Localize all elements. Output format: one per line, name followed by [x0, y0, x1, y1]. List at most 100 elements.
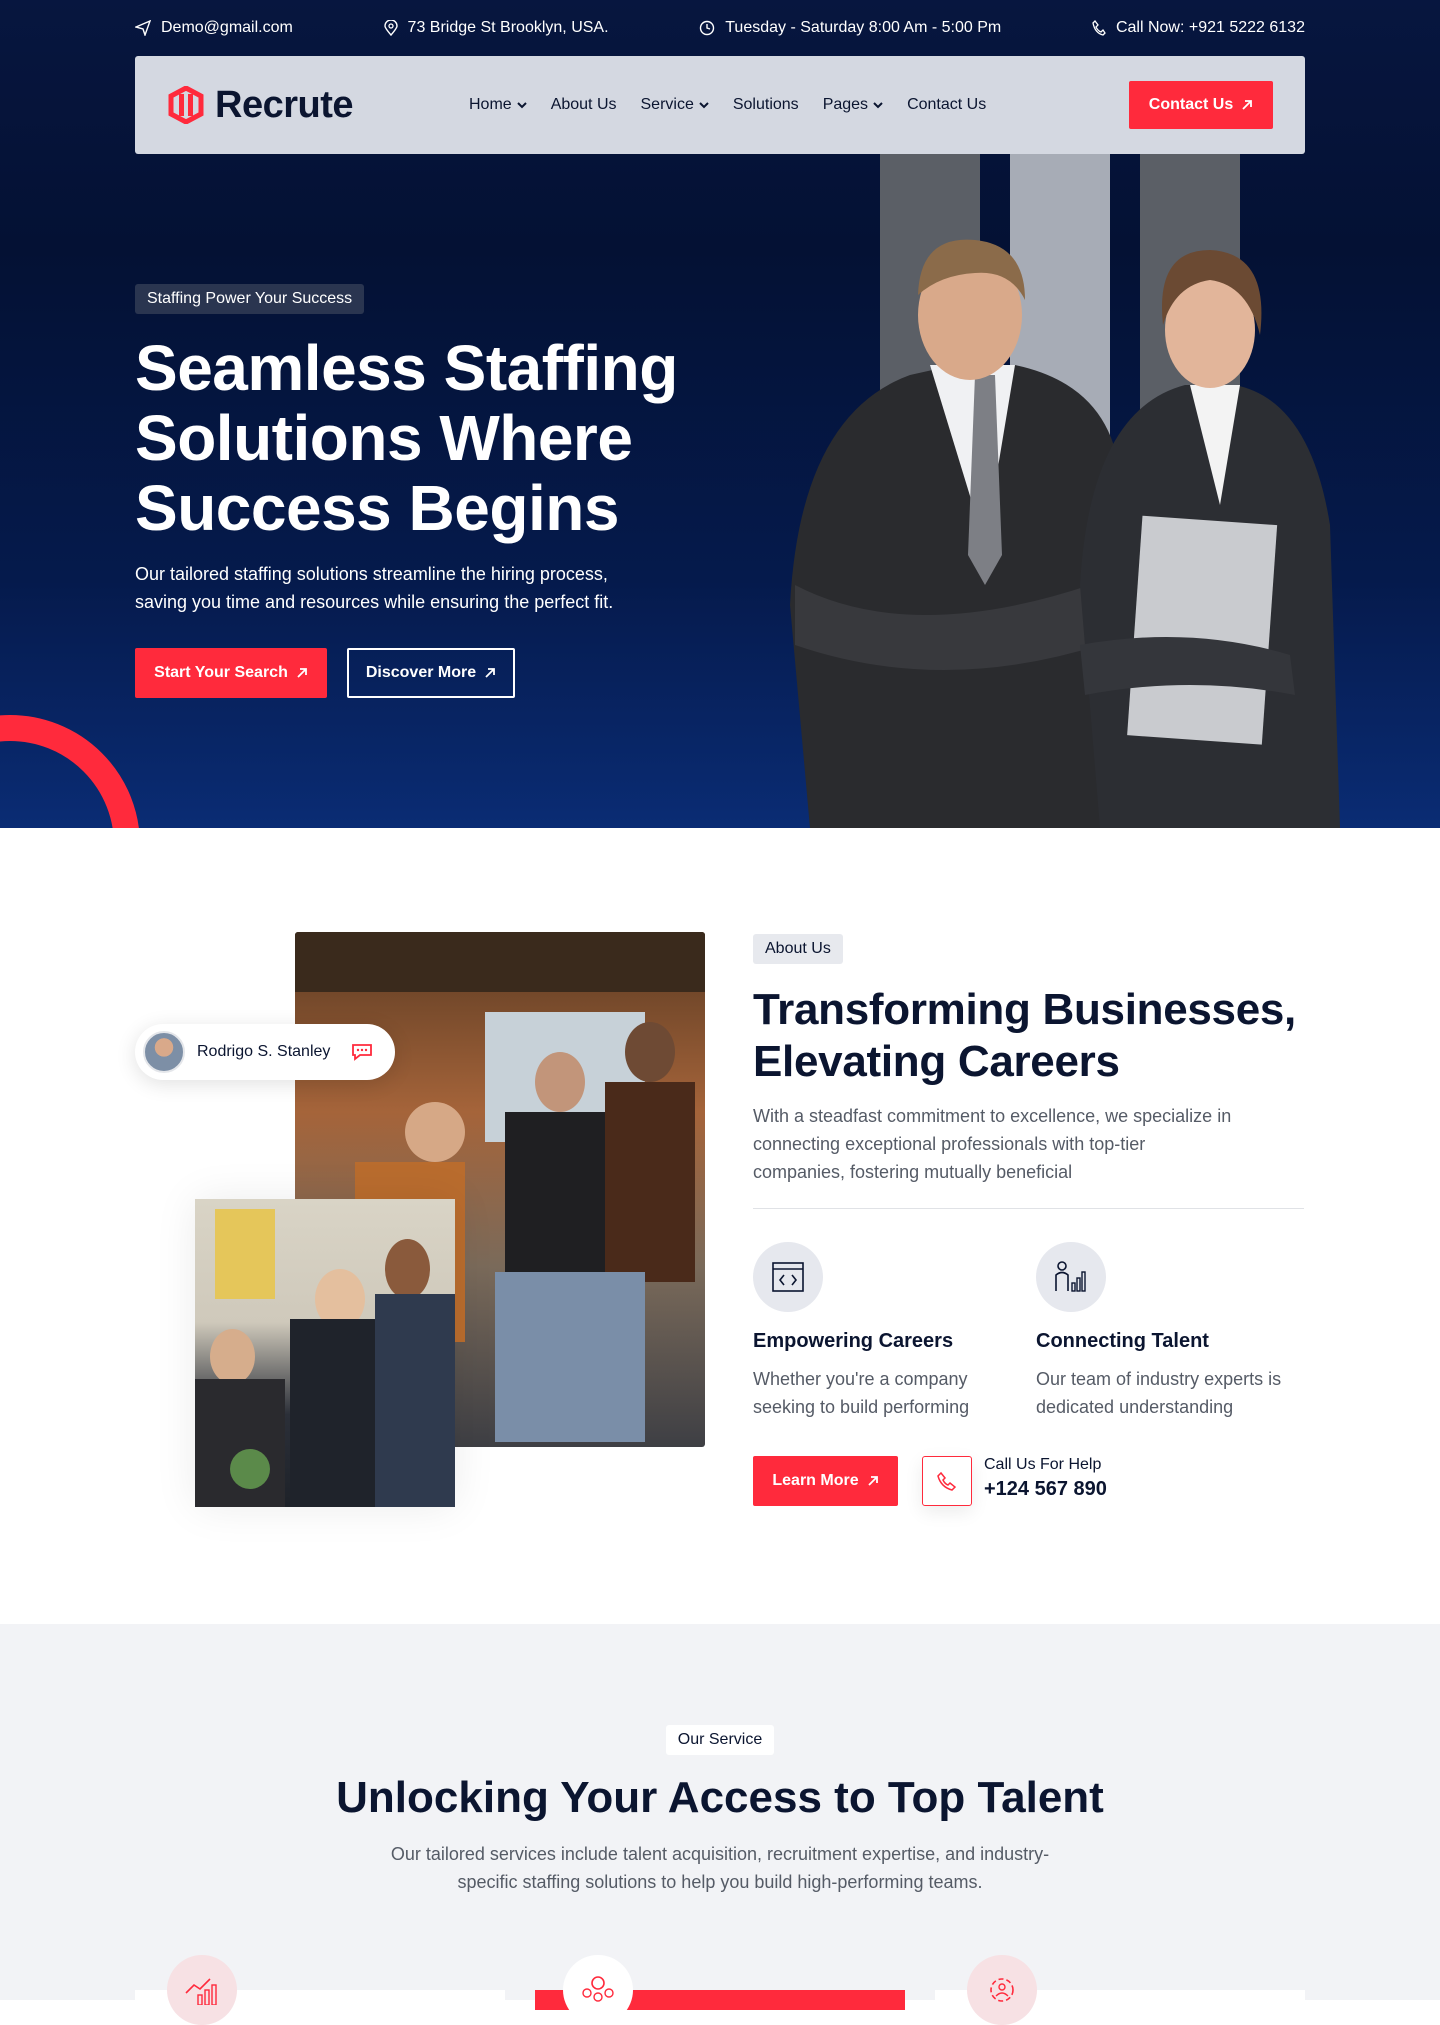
site-logo[interactable]: Recrute — [167, 83, 354, 127]
hero-title-line: Solutions Where — [135, 402, 633, 474]
feature-empowering: Empowering Careers Whether you're a comp… — [753, 1242, 969, 1421]
hero-desc-line: saving you time and resources while ensu… — [135, 592, 614, 612]
services-tag: Our Service — [665, 1725, 775, 1755]
reviewer-name: Rodrigo S. Stanley — [197, 1043, 331, 1060]
nav-item-label: Contact Us — [907, 96, 987, 113]
service-icon-wrap — [967, 1955, 1037, 2025]
nav-item-service[interactable]: Service — [641, 96, 709, 114]
feature-icon-wrap — [753, 1242, 823, 1312]
hero-tagline: Staffing Power Your Success — [135, 284, 365, 314]
services-desc-line: specific staffing solutions to help you … — [457, 1872, 983, 1892]
feature-desc-line: seeking to build performing — [753, 1397, 970, 1417]
services-section: Our Service Unlocking Your Access to Top… — [0, 1624, 1440, 2025]
call-button[interactable] — [922, 1456, 972, 1506]
services-title: Unlocking Your Access to Top Talent — [336, 1773, 1104, 1822]
avatar — [143, 1031, 185, 1073]
chevron-down-icon — [699, 101, 709, 108]
about-description: With a steadfast commitment to excellenc… — [753, 1102, 1231, 1186]
services-description: Our tailored services include talent acq… — [0, 1840, 1440, 1896]
topbar-phone[interactable]: Call Now: +921 5222 6132 — [1092, 19, 1305, 37]
gear-person-icon — [990, 1978, 1014, 2002]
discover-more-label: Discover More — [365, 664, 477, 681]
about-tag: About Us — [753, 934, 843, 964]
hero-title-line: Seamless Staffing — [135, 332, 678, 404]
arrow-up-right-icon — [485, 668, 496, 678]
about-title: Transforming Businesses, Elevating Caree… — [753, 984, 1296, 1088]
nav-contact-label: Contact Us — [1148, 96, 1234, 113]
about-tag-wrap: About Us — [753, 934, 843, 964]
hero-people-image — [790, 239, 1340, 828]
feature-title: Connecting Talent — [1036, 1330, 1209, 1352]
topbar-email-text: Demo@gmail.com — [161, 19, 293, 36]
hero-title-line: Success Begins — [135, 472, 619, 544]
phone-icon — [1092, 20, 1106, 36]
about-desc-line: With a steadfast commitment to excellenc… — [753, 1106, 1232, 1126]
feature-connecting: Connecting Talent Our team of industry e… — [1036, 1242, 1281, 1421]
top-info-bar: Demo@gmail.com 73 Bridge St Brooklyn, US… — [135, 0, 1305, 56]
chevron-down-icon — [516, 101, 527, 108]
start-search-label: Start Your Search — [154, 664, 288, 681]
logo-mark-icon — [168, 86, 204, 124]
service-icon-wrap — [563, 1955, 633, 2025]
chevron-down-icon — [873, 101, 883, 108]
hero-description: Our tailored staffing solutions streamli… — [135, 560, 613, 616]
feature-desc-line: Whether you're a company — [753, 1369, 968, 1389]
about-desc-line: companies, fostering mutually beneficial — [753, 1162, 1073, 1182]
nav-item-label: Service — [640, 96, 694, 113]
nav-item-solutions[interactable]: Solutions — [733, 96, 799, 114]
hero-section: Demo@gmail.com 73 Bridge St Brooklyn, US… — [0, 0, 1440, 828]
call-label: Call Us For Help — [984, 1456, 1102, 1473]
nav-contact-button[interactable]: Contact Us — [1129, 81, 1273, 129]
about-section: Rodrigo S. Stanley About Us Transforming… — [0, 828, 1440, 1624]
arrow-up-right-icon — [297, 668, 307, 678]
discover-more-button[interactable]: Discover More — [347, 648, 515, 698]
feature-desc-line: Our team of industry experts is — [1036, 1369, 1282, 1389]
feature-icon-wrap — [1036, 1242, 1106, 1312]
nav-item-label: About Us — [550, 96, 617, 113]
nav-item-home[interactable]: Home — [469, 96, 527, 114]
nav-item-contact[interactable]: Contact Us — [907, 96, 986, 114]
arrow-up-right-icon — [867, 1476, 878, 1486]
nav-item-label: Pages — [822, 96, 869, 113]
nav-item-pages[interactable]: Pages — [823, 96, 883, 114]
services-desc-line: Our tailored services include talent acq… — [390, 1844, 1050, 1864]
send-icon — [135, 20, 151, 36]
about-title-line: Elevating Careers — [753, 1037, 1120, 1086]
nav-item-label: Home — [469, 96, 512, 113]
services-tag-wrap: Our Service — [0, 1725, 1440, 1755]
hero-desc-line: Our tailored staffing solutions streamli… — [135, 564, 608, 584]
growth-chart-icon — [185, 1978, 217, 2005]
arrow-up-right-icon — [1242, 100, 1253, 110]
location-pin-icon — [383, 20, 398, 36]
nav-item-about[interactable]: About Us — [551, 96, 617, 114]
topbar-address: 73 Bridge St Brooklyn, USA. — [383, 19, 609, 37]
reviewer-badge[interactable]: Rodrigo S. Stanley — [135, 1024, 395, 1080]
call-number[interactable]: +124 567 890 — [984, 1478, 1107, 1501]
learn-more-label: Learn More — [772, 1472, 859, 1489]
decor-red-ring — [0, 715, 140, 828]
hero-content: Staffing Power Your Success — [135, 284, 365, 314]
team-office-image — [195, 1199, 455, 1507]
feature-desc-line: dedicated understanding — [1036, 1397, 1234, 1417]
topbar-address-text: 73 Bridge St Brooklyn, USA. — [407, 19, 609, 36]
person-chart-icon — [1055, 1261, 1086, 1292]
phone-icon — [937, 1471, 957, 1491]
browser-code-icon — [772, 1262, 804, 1292]
start-search-button[interactable]: Start Your Search — [135, 648, 327, 698]
clock-icon — [700, 20, 715, 36]
nav-menu: Home About Us Service Solutions Pages Co… — [469, 96, 986, 114]
hero-title: Seamless Staffing Solutions Where Succes… — [135, 333, 678, 543]
feature-title: Empowering Careers — [753, 1330, 954, 1352]
about-title-line: Transforming Businesses, — [753, 985, 1296, 1034]
nav-item-label: Solutions — [732, 96, 799, 113]
logo-text: Recrute — [215, 83, 354, 126]
topbar-phone-text: Call Now: +921 5222 6132 — [1115, 19, 1305, 36]
service-icon-wrap — [167, 1955, 237, 2025]
learn-more-button[interactable]: Learn More — [753, 1456, 898, 1506]
chat-bubble-icon — [352, 1044, 372, 1061]
topbar-email[interactable]: Demo@gmail.com — [135, 19, 293, 37]
about-desc-line: connecting exceptional professionals wit… — [753, 1134, 1146, 1154]
team-idea-icon — [582, 1976, 614, 2002]
call-info: Call Us For Help +124 567 890 — [984, 1456, 1107, 1501]
topbar-hours-text: Tuesday - Saturday 8:00 Am - 5:00 Pm — [725, 19, 1002, 36]
